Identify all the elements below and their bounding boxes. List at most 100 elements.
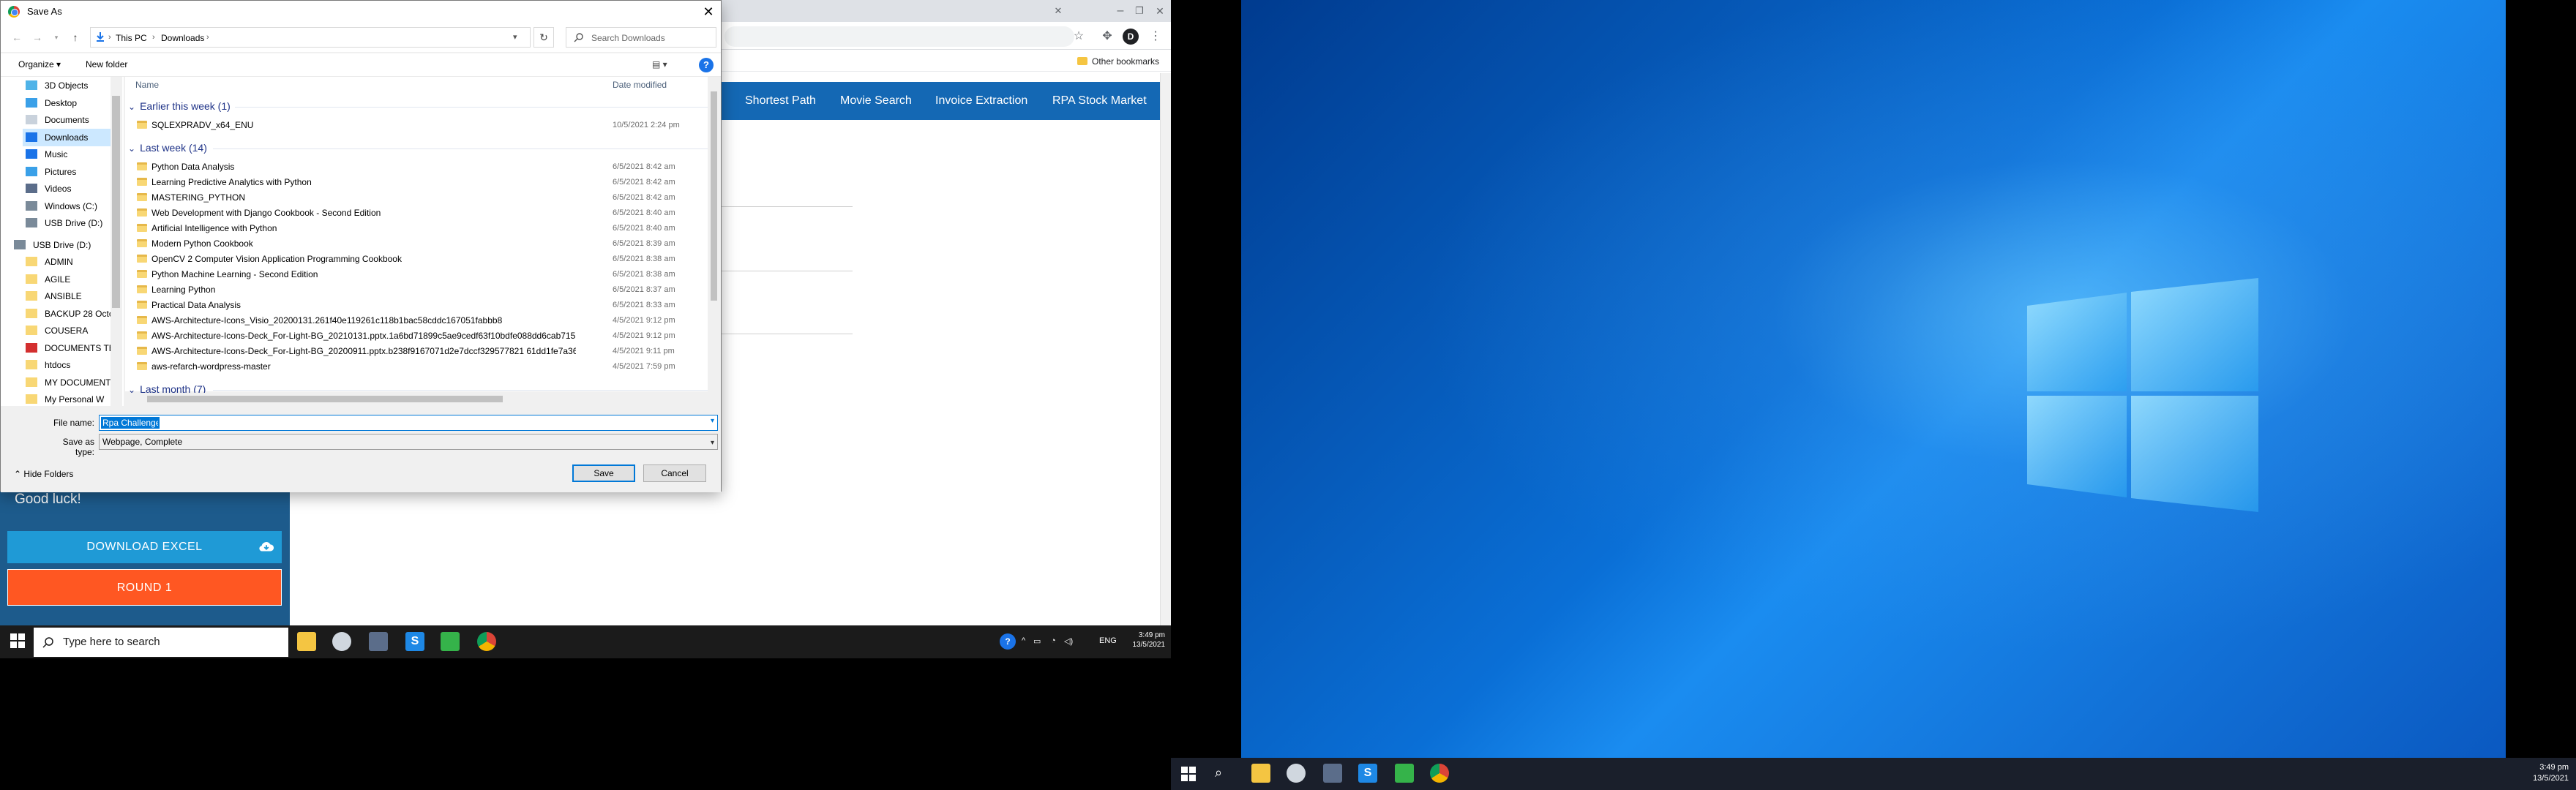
other-bookmarks[interactable]: Other bookmarks — [1074, 54, 1159, 69]
nav-pane-item[interactable]: AGILE — [23, 271, 113, 288]
file-group-header[interactable]: ⌄ Earlier this week (1) — [128, 100, 231, 112]
save-type-select[interactable]: Webpage, Complete ▾ — [99, 434, 718, 450]
uipath-assistant-icon[interactable] — [441, 632, 460, 651]
nav-pane-item[interactable]: USB Drive (D:) — [23, 214, 113, 232]
breadcrumb-downloads[interactable]: Downloads — [161, 33, 204, 43]
file-name-field[interactable]: ▾ — [99, 415, 718, 431]
profile-avatar[interactable]: D — [1123, 29, 1139, 45]
wallpaper-glow — [1241, 0, 2506, 746]
windows-start-icon[interactable] — [10, 633, 25, 648]
uipath-studio-icon[interactable]: S — [405, 632, 424, 651]
file-name: OpenCV 2 Computer Vision Application Pro… — [151, 254, 402, 264]
save-button[interactable]: Save — [572, 464, 635, 482]
chevron-down-icon[interactable]: ▾ — [711, 417, 714, 425]
search-box[interactable] — [566, 27, 716, 48]
nav-pane-item[interactable]: htdocs — [23, 356, 113, 374]
chrome-icon[interactable] — [477, 632, 496, 651]
input-language[interactable]: ENG — [1099, 636, 1117, 645]
breadcrumb-this-pc[interactable]: This PC — [116, 33, 147, 43]
folder-icon — [137, 224, 147, 232]
new-folder-button[interactable]: New folder — [86, 59, 127, 69]
nav-pane-item[interactable]: DOCUMENTS TE — [23, 339, 113, 357]
window-close-icon[interactable]: ✕ — [1152, 3, 1168, 19]
nav-pane-item[interactable]: USB Drive (D:) — [11, 236, 113, 254]
refresh-icon[interactable]: ↻ — [533, 27, 554, 48]
hide-folders-toggle[interactable]: ⌃ Hide Folders — [14, 469, 73, 479]
chrome-icon[interactable] — [1430, 764, 1449, 783]
file-group-header[interactable]: ⌄ Last week (14) — [128, 142, 207, 154]
nav-pane-item[interactable]: Pictures — [23, 163, 113, 181]
nav-pane-item[interactable]: COUSERA — [23, 322, 113, 339]
column-header-name[interactable]: Name — [135, 80, 159, 90]
nav-rpa-stock-market[interactable]: RPA Stock Market — [1052, 82, 1147, 120]
search-icon[interactable]: ⌕ — [1215, 765, 1222, 780]
search-input[interactable] — [591, 31, 708, 45]
taskbar-search-box[interactable]: Type here to search — [34, 628, 288, 657]
nav-pane-item[interactable]: My Personal W — [23, 391, 113, 408]
nav-pane-item[interactable]: Desktop — [23, 94, 113, 112]
nav-invoice-extraction[interactable]: Invoice Extraction — [935, 82, 1027, 120]
page-scrollbar[interactable] — [1160, 73, 1171, 625]
nav-pane-item[interactable]: Music — [23, 146, 113, 163]
column-header-date-modified[interactable]: Date modified — [613, 80, 667, 90]
camera-icon[interactable] — [1323, 764, 1342, 783]
network-icon[interactable]: ◔ — [1051, 636, 1056, 645]
uipath-assistant-icon[interactable] — [1395, 764, 1414, 783]
windows-start-icon[interactable] — [1181, 767, 1196, 781]
help-icon[interactable]: ? — [699, 58, 714, 72]
nav-pane-scroll-thumb[interactable] — [112, 96, 120, 308]
file-explorer-icon[interactable] — [1251, 764, 1270, 783]
cube-icon — [26, 80, 37, 90]
taskbar-clock-secondary[interactable]: 3:49 pm 13/5/2021 — [2517, 762, 2569, 784]
help-tray-icon[interactable]: ? — [1000, 633, 1016, 650]
volume-icon[interactable]: ◁) — [1064, 636, 1073, 646]
chrome-menu-icon[interactable]: ⋮ — [1147, 29, 1164, 45]
star-bookmark-icon[interactable]: ☆ — [1071, 29, 1087, 45]
file-name-input[interactable] — [101, 417, 160, 429]
nav-pane-item[interactable]: Videos — [23, 180, 113, 198]
cancel-button[interactable]: Cancel — [643, 464, 706, 482]
chevron-down-icon: ⌄ — [128, 102, 136, 112]
nav-pane-item[interactable]: BACKUP 28 Octo — [23, 305, 113, 323]
breadcrumb-separator: › — [206, 33, 209, 42]
tab-close-icon[interactable]: ✕ — [1050, 3, 1066, 19]
view-options-icon[interactable]: ▤ ▾ — [652, 59, 667, 69]
show-hidden-icons-icon[interactable]: ^ — [1022, 636, 1025, 645]
round-1-button[interactable]: ROUND 1 — [7, 569, 282, 606]
app-icon[interactable] — [1287, 764, 1306, 783]
dialog-close-icon[interactable]: ✕ — [700, 4, 716, 20]
app-icon[interactable] — [332, 632, 351, 651]
organize-menu[interactable]: Organize ▾ — [18, 59, 61, 69]
download-excel-button[interactable]: DOWNLOAD EXCEL — [7, 531, 282, 563]
uipath-studio-icon[interactable]: S — [1358, 764, 1377, 783]
nav-pane-item[interactable]: ADMIN — [23, 253, 113, 271]
up-arrow-icon[interactable]: ↑ — [68, 30, 83, 45]
path-breadcrumb[interactable]: › This PC › Downloads › — [90, 27, 531, 48]
address-bar[interactable] — [724, 26, 1074, 47]
folder-icon — [137, 347, 147, 355]
nav-pane-item[interactable]: MY DOCUMENT — [23, 374, 113, 391]
chevron-down-icon[interactable]: ▾ — [711, 436, 714, 451]
nav-pane-item[interactable]: Downloads — [23, 128, 113, 146]
clock-time: 3:49 pm — [1138, 631, 1165, 639]
nav-pane-item[interactable]: ANSIBLE — [23, 287, 113, 305]
taskbar-clock[interactable]: 3:49 pm 13/5/2021 — [1124, 631, 1166, 650]
nav-pane-item[interactable]: Windows (C:) — [23, 198, 113, 215]
nav-shortest-path[interactable]: Shortest Path — [745, 82, 816, 120]
battery-icon[interactable]: ▭ — [1033, 636, 1041, 646]
file-explorer-icon[interactable] — [297, 632, 316, 651]
file-list-scroll-thumb[interactable] — [711, 91, 717, 301]
recent-locations-icon[interactable]: ▾ — [49, 30, 64, 45]
extensions-icon[interactable]: ✥ — [1099, 29, 1115, 45]
nav-pane-item[interactable]: 3D Objects — [23, 77, 113, 94]
forward-arrow-icon[interactable]: → — [30, 30, 45, 45]
minimize-icon[interactable]: – — [1112, 3, 1128, 19]
chevron-down-icon[interactable]: ▾ — [513, 32, 517, 42]
back-arrow-icon[interactable]: ← — [10, 30, 24, 45]
nav-movie-search[interactable]: Movie Search — [840, 82, 912, 120]
folder-icon — [137, 208, 147, 217]
nav-pane-item[interactable]: Documents — [23, 111, 113, 129]
file-list-hscroll-thumb[interactable] — [147, 396, 503, 402]
camera-icon[interactable] — [369, 632, 388, 651]
restore-icon[interactable]: ❐ — [1131, 3, 1147, 19]
